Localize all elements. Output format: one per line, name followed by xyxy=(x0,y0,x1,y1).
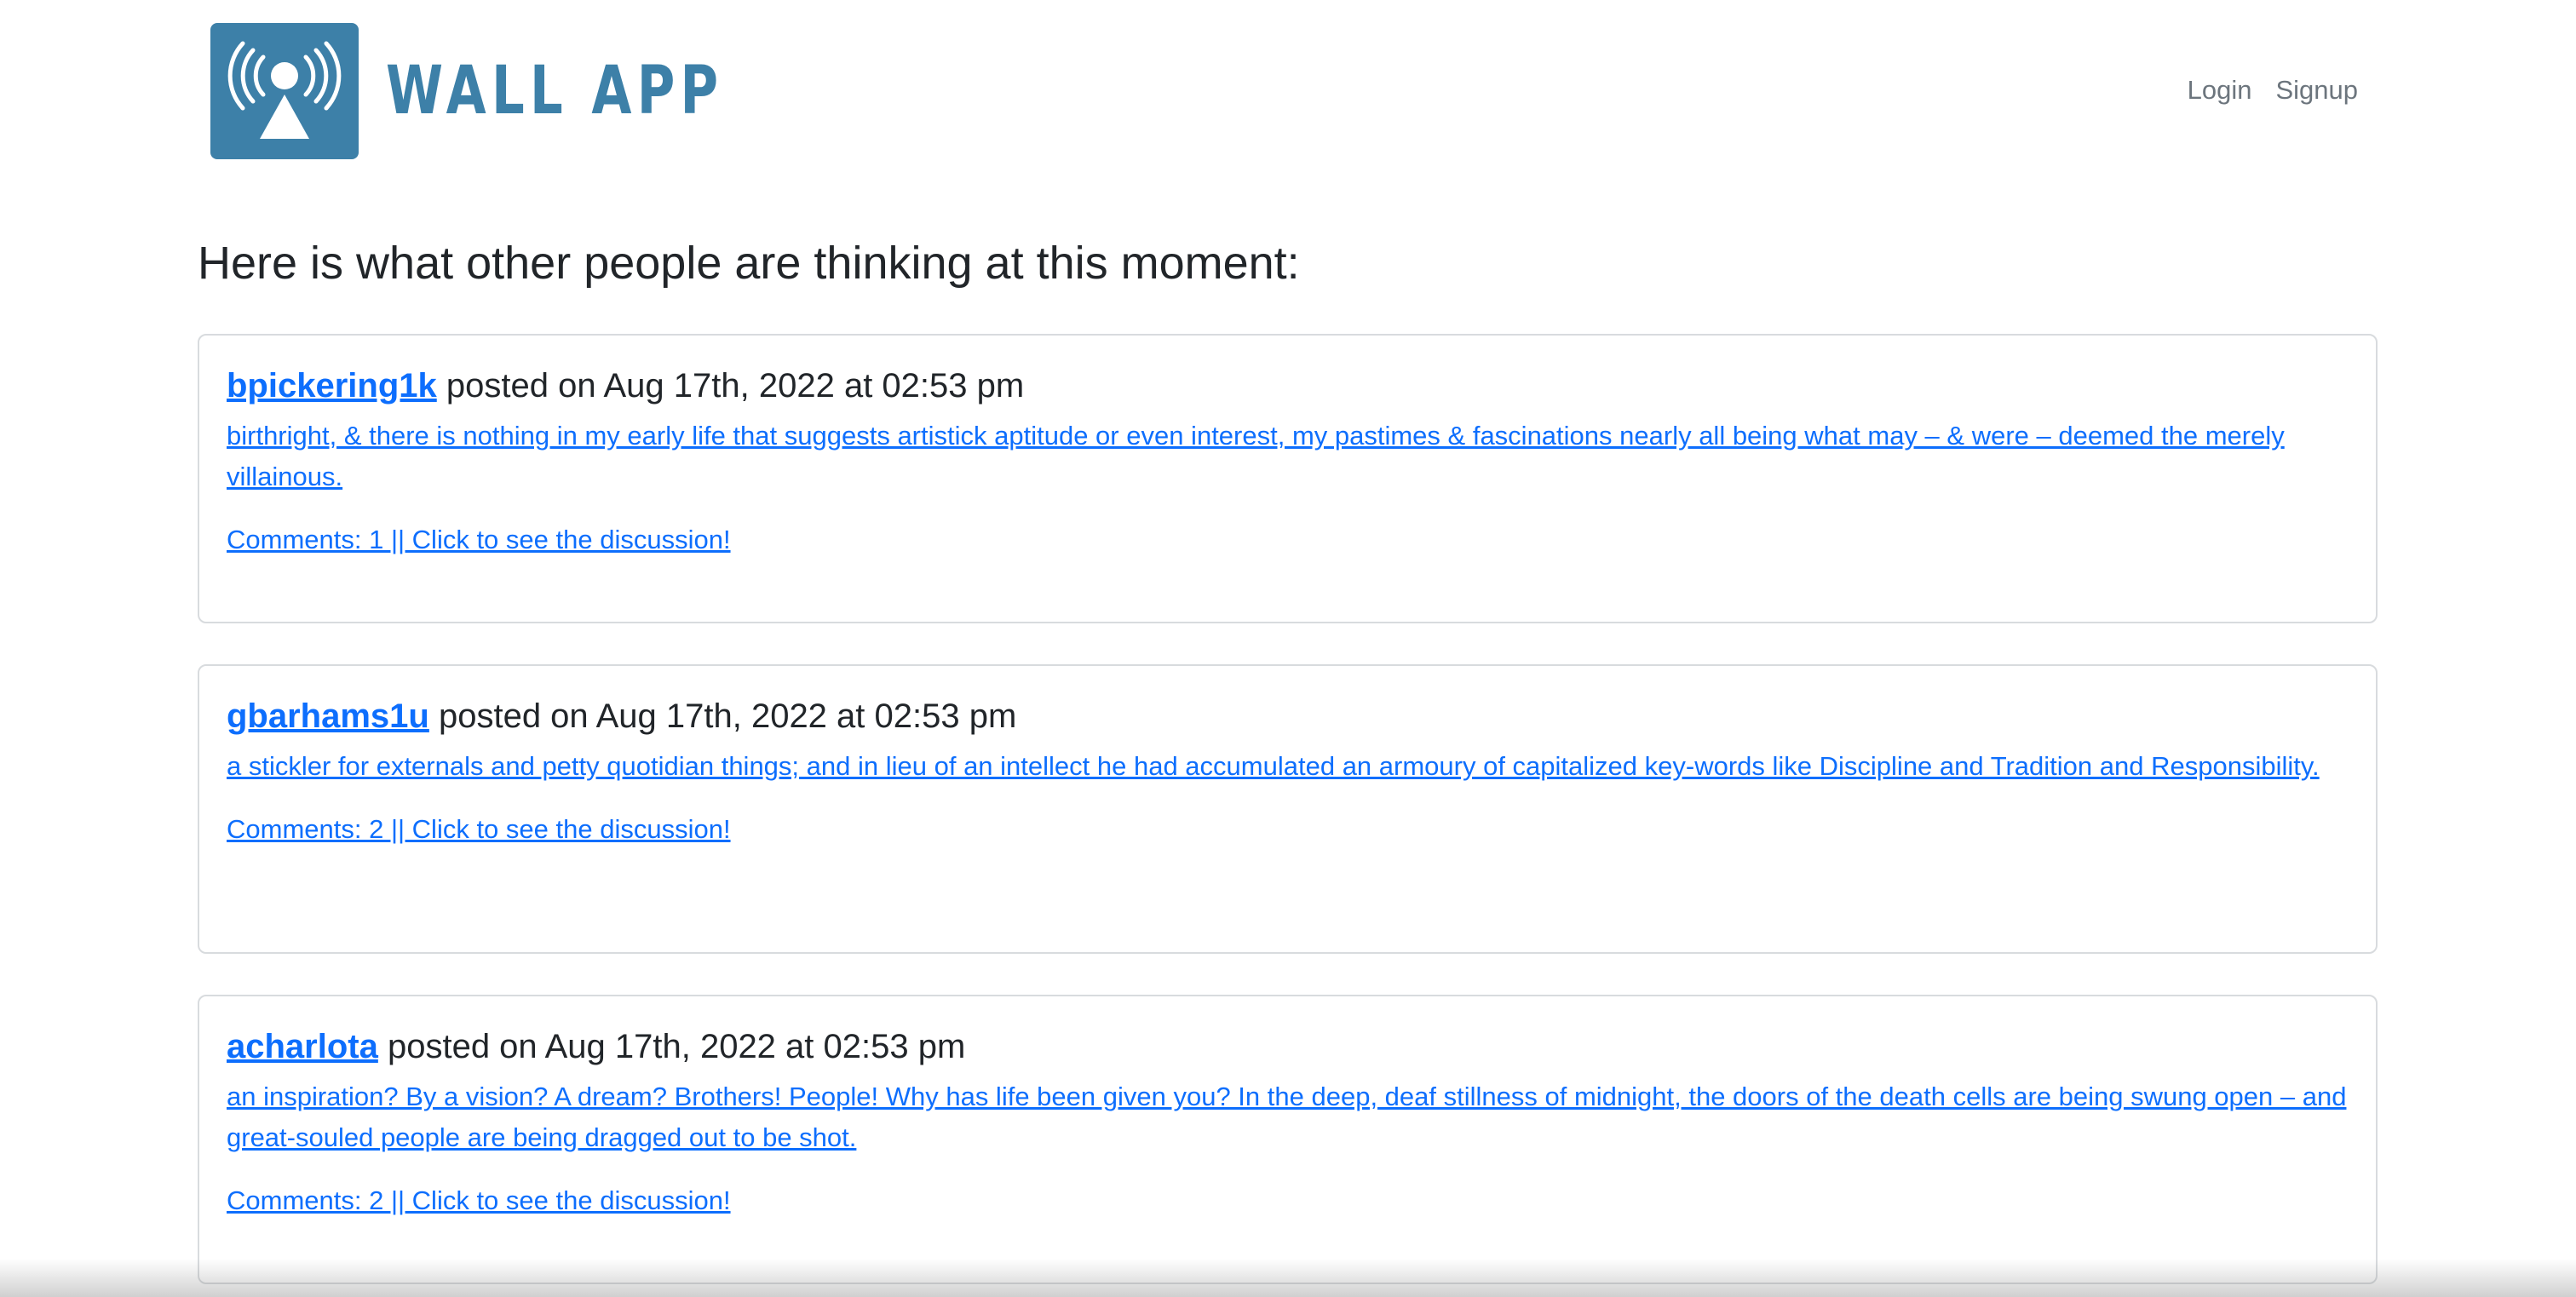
post-author-link[interactable]: acharlota xyxy=(227,1028,378,1065)
post-body-link[interactable]: a stickler for externals and petty quoti… xyxy=(227,746,2349,787)
post-card: bpickering1k posted on Aug 17th, 2022 at… xyxy=(198,334,2378,623)
navbar: WALL APP Login Signup xyxy=(0,0,2576,170)
post-comments-link[interactable]: Comments: 2 || Click to see the discussi… xyxy=(227,812,731,846)
signup-link[interactable]: Signup xyxy=(2275,75,2358,106)
brand-home-link[interactable]: WALL APP xyxy=(210,23,819,159)
page-title: Here is what other people are thinking a… xyxy=(198,238,1300,289)
page: WALL APP Login Signup Here is what other… xyxy=(0,0,2576,1297)
post-body-link[interactable]: an inspiration? By a vision? A dream? Br… xyxy=(227,1076,2349,1158)
post-author-link[interactable]: gbarhams1u xyxy=(227,697,429,735)
post-meta: posted on Aug 17th, 2022 at 02:53 pm xyxy=(436,367,1025,405)
post-card: acharlota posted on Aug 17th, 2022 at 02… xyxy=(198,995,2378,1284)
post-header: bpickering1k posted on Aug 17th, 2022 at… xyxy=(227,364,2349,407)
post-author-link[interactable]: bpickering1k xyxy=(227,367,437,405)
post-meta: posted on Aug 17th, 2022 at 02:53 pm xyxy=(428,697,1017,735)
broadcast-tower-icon xyxy=(210,23,359,159)
brand-name: WALL APP xyxy=(386,53,724,129)
post-card: gbarhams1u posted on Aug 17th, 2022 at 0… xyxy=(198,664,2378,954)
post-body-link[interactable]: birthright, & there is nothing in my ear… xyxy=(227,416,2349,497)
post-header: gbarhams1u posted on Aug 17th, 2022 at 0… xyxy=(227,695,2349,737)
login-link[interactable]: Login xyxy=(2188,75,2252,106)
nav-links: Login Signup xyxy=(2188,75,2358,106)
post-comments-link[interactable]: Comments: 2 || Click to see the discussi… xyxy=(227,1184,731,1218)
post-meta: posted on Aug 17th, 2022 at 02:53 pm xyxy=(377,1028,966,1065)
post-header: acharlota posted on Aug 17th, 2022 at 02… xyxy=(227,1025,2349,1068)
post-comments-link[interactable]: Comments: 1 || Click to see the discussi… xyxy=(227,523,731,557)
post-list: bpickering1k posted on Aug 17th, 2022 at… xyxy=(198,334,2378,1297)
